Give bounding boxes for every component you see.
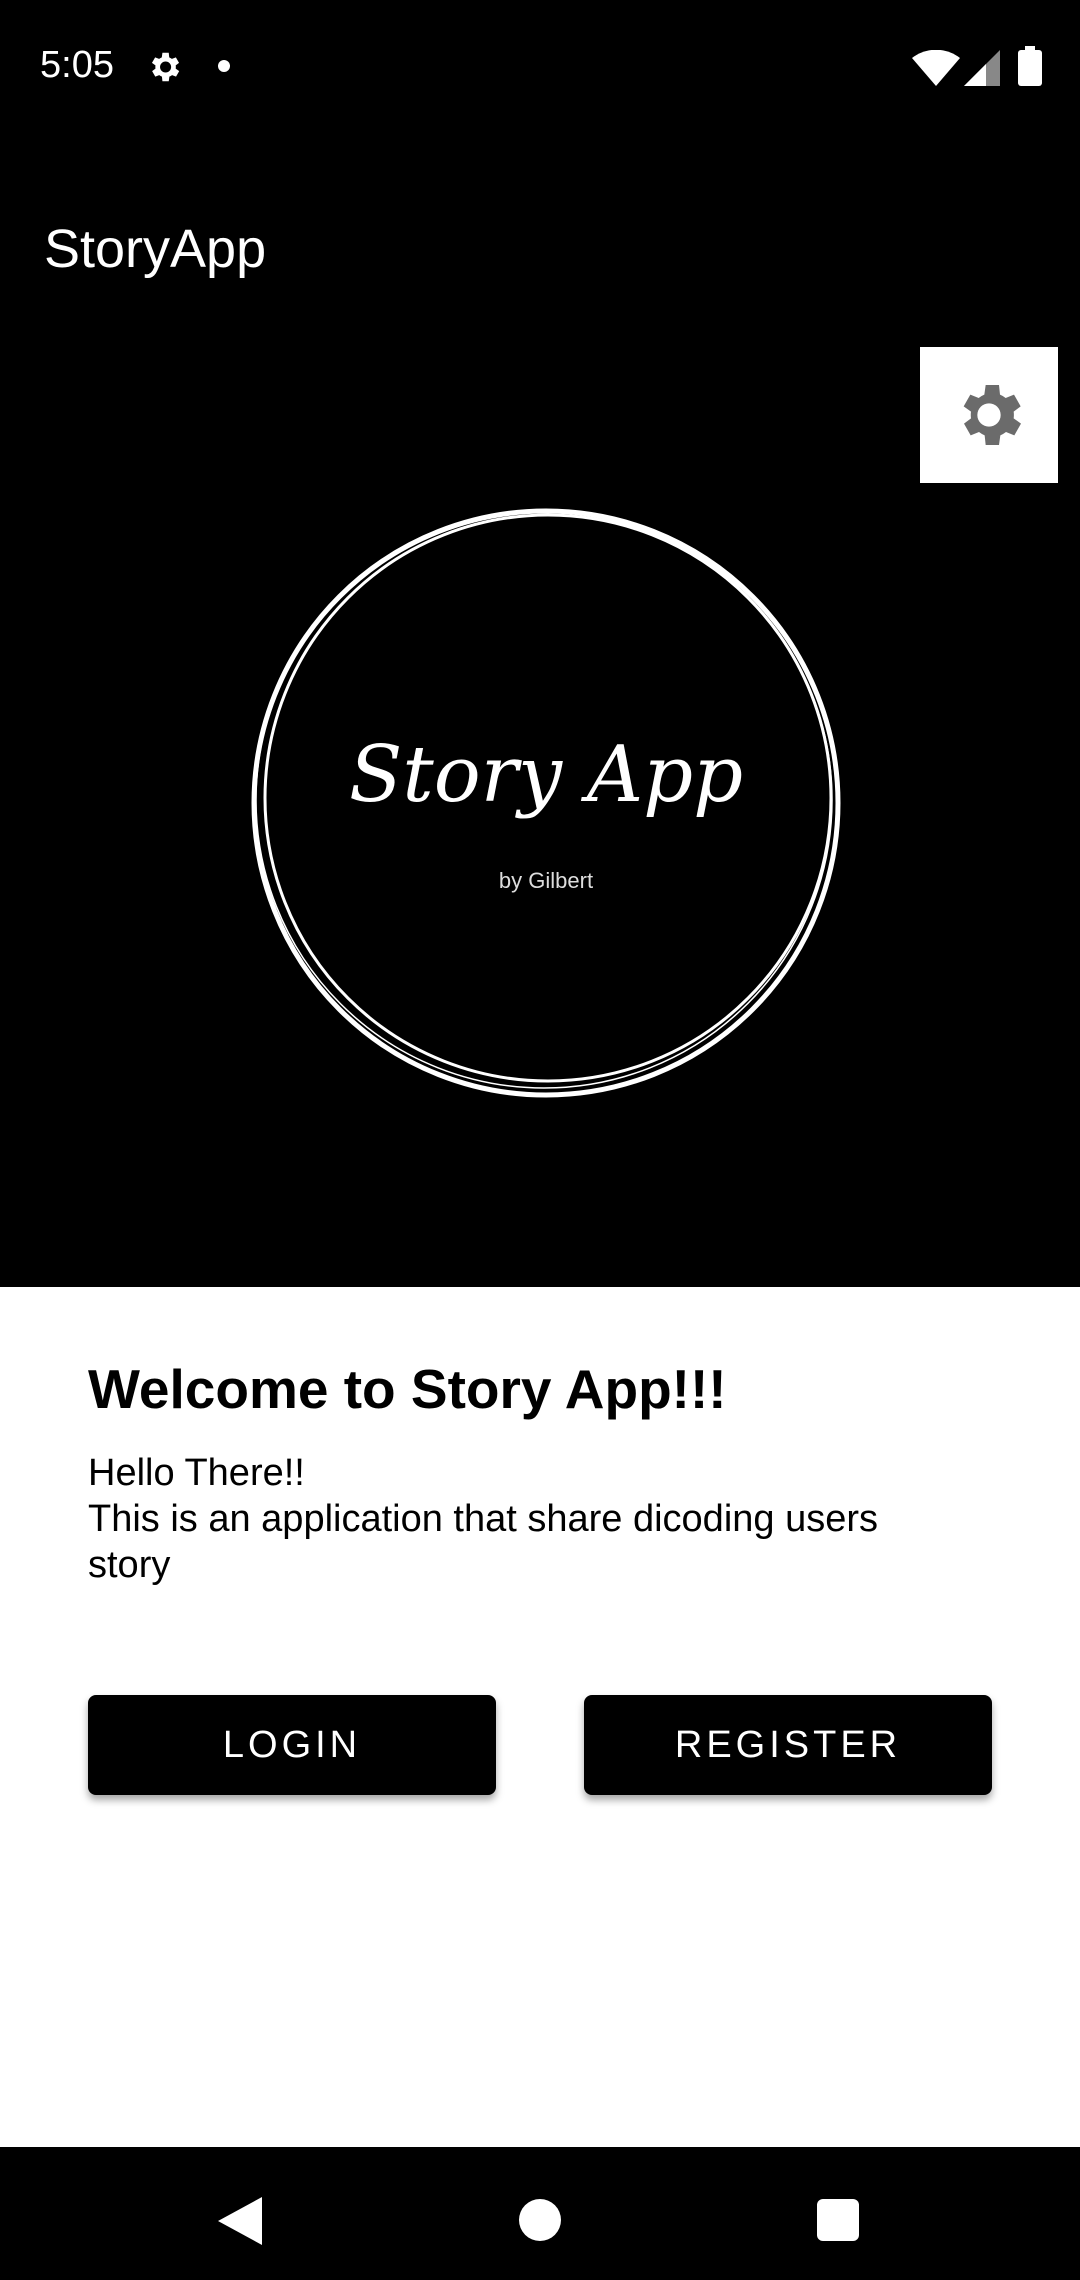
gear-icon: [963, 385, 1021, 445]
status-time: 5:05: [40, 44, 114, 86]
signal-icon: [964, 50, 1000, 86]
welcome-sheet: Welcome to Story App!!! Hello There!! Th…: [0, 1287, 1080, 2147]
logo-subtitle: by Gilbert: [498, 868, 594, 893]
notification-dot-icon: [218, 60, 230, 72]
recents-icon[interactable]: [817, 2199, 859, 2241]
battery-icon: [1018, 46, 1042, 86]
welcome-line-2: This is an application that share dicodi…: [88, 1498, 879, 1586]
home-icon[interactable]: [519, 2199, 561, 2241]
back-icon[interactable]: [218, 2197, 262, 2245]
logo-title: Story App: [348, 730, 744, 820]
welcome-line-1: Hello There!!: [88, 1452, 305, 1494]
app-logo: Story App by Gilbert: [246, 500, 846, 1100]
register-button[interactable]: REGISTER: [584, 1695, 992, 1795]
status-bar: 5:05: [0, 0, 1080, 136]
app-title: StoryApp: [44, 219, 267, 279]
navigation-bar: [0, 2147, 1080, 2280]
welcome-description: Hello There!! This is an application tha…: [88, 1450, 948, 1588]
phone-screen: 5:05 StoryApp Story App by Gilbert Welco…: [0, 0, 1080, 2280]
settings-button[interactable]: [920, 347, 1058, 483]
welcome-title: Welcome to Story App!!!: [88, 1358, 727, 1420]
login-button[interactable]: LOGIN: [88, 1695, 496, 1795]
wifi-icon: [912, 50, 960, 86]
gear-icon: [151, 52, 180, 82]
